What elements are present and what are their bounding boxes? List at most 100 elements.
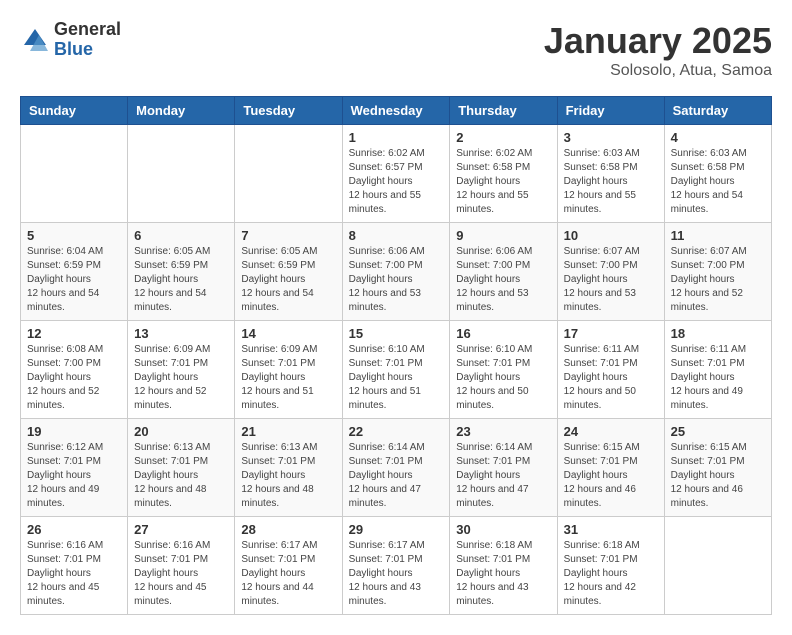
day-number: 18: [671, 326, 765, 341]
day-cell: 7Sunrise: 6:05 AMSunset: 6:59 PMDaylight…: [235, 223, 342, 321]
day-cell: 9Sunrise: 6:06 AMSunset: 7:00 PMDaylight…: [450, 223, 557, 321]
day-info: Sunrise: 6:13 AMSunset: 7:01 PMDaylight …: [241, 441, 335, 511]
day-info: Sunrise: 6:10 AMSunset: 7:01 PMDaylight …: [456, 343, 550, 413]
day-info: Sunrise: 6:11 AMSunset: 7:01 PMDaylight …: [564, 343, 658, 413]
day-number: 30: [456, 522, 550, 537]
day-cell: 31 Sunrise: 6:18 AMSunset: 7:01 PMDayligh…: [557, 517, 664, 615]
day-cell: 6 Sunrise: 6:05 AMSunset: 6:59 PMDaylight…: [128, 223, 235, 321]
day-cell: 4Sunrise: 6:03 AMSunset: 6:58 PMDaylight…: [664, 125, 771, 223]
day-info: Sunrise: 6:07 AMSunset: 7:00 PMDaylight …: [564, 245, 658, 315]
day-number: 23: [456, 424, 550, 439]
day-number: 26: [27, 522, 121, 537]
day-number: 28: [241, 522, 335, 537]
day-info: Sunrise: 6:10 AMSunset: 7:01 PMDaylight …: [349, 343, 444, 413]
weekday-header-wednesday: Wednesday: [342, 97, 450, 125]
logo-text: General Blue: [54, 20, 121, 60]
day-info: Sunrise: 6:05 AMSunset: 6:59 PMDaylight …: [134, 245, 228, 315]
day-info: Sunrise: 6:17 AMSunset: 7:01 PMDaylight …: [349, 539, 444, 609]
day-cell: 12 Sunrise: 6:08 AMSunset: 7:00 PMDayligh…: [21, 321, 128, 419]
week-row-1: 1 Sunrise: 6:02 AMSunset: 6:57 PMDaylight…: [21, 125, 772, 223]
day-info: Sunrise: 6:02 AMSunset: 6:57 PMDaylight …: [349, 147, 444, 217]
day-cell: 3 Sunrise: 6:03 AMSunset: 6:58 PMDaylight…: [557, 125, 664, 223]
day-number: 14: [241, 326, 335, 341]
day-info: Sunrise: 6:03 AMSunset: 6:58 PMDaylight …: [564, 147, 658, 217]
day-cell: 10 Sunrise: 6:07 AMSunset: 7:00 PMDayligh…: [557, 223, 664, 321]
day-cell: [21, 125, 128, 223]
day-number: 7: [241, 228, 335, 243]
day-cell: 13 Sunrise: 6:09 AMSunset: 7:01 PMDayligh…: [128, 321, 235, 419]
day-number: 8: [349, 228, 444, 243]
day-number: 13: [134, 326, 228, 341]
day-cell: [235, 125, 342, 223]
day-number: 15: [349, 326, 444, 341]
day-number: 17: [564, 326, 658, 341]
day-number: 11: [671, 228, 765, 243]
day-number: 6: [134, 228, 228, 243]
week-row-4: 19 Sunrise: 6:12 AMSunset: 7:01 PMDayligh…: [21, 419, 772, 517]
day-cell: 15 Sunrise: 6:10 AMSunset: 7:01 PMDayligh…: [342, 321, 450, 419]
day-cell: 21 Sunrise: 6:13 AMSunset: 7:01 PMDayligh…: [235, 419, 342, 517]
day-cell: 19 Sunrise: 6:12 AMSunset: 7:01 PMDayligh…: [21, 419, 128, 517]
day-number: 31: [564, 522, 658, 537]
week-row-5: 26 Sunrise: 6:16 AMSunset: 7:01 PMDayligh…: [21, 517, 772, 615]
calendar-table: SundayMondayTuesdayWednesdayThursdayFrid…: [20, 96, 772, 615]
day-info: Sunrise: 6:17 AMSunset: 7:01 PMDaylight …: [241, 539, 335, 609]
weekday-header-friday: Friday: [557, 97, 664, 125]
day-number: 27: [134, 522, 228, 537]
day-number: 22: [349, 424, 444, 439]
day-cell: 30 Sunrise: 6:18 AMSunset: 7:01 PMDayligh…: [450, 517, 557, 615]
logo-blue: Blue: [54, 40, 121, 60]
day-cell: [664, 517, 771, 615]
day-cell: 14Sunrise: 6:09 AMSunset: 7:01 PMDayligh…: [235, 321, 342, 419]
day-cell: 20 Sunrise: 6:13 AMSunset: 7:01 PMDayligh…: [128, 419, 235, 517]
day-info: Sunrise: 6:07 AMSunset: 7:00 PMDaylight …: [671, 245, 765, 315]
day-cell: 29Sunrise: 6:17 AMSunset: 7:01 PMDayligh…: [342, 517, 450, 615]
day-info: Sunrise: 6:06 AMSunset: 7:00 PMDaylight …: [349, 245, 444, 315]
weekday-header-row: SundayMondayTuesdayWednesdayThursdayFrid…: [21, 97, 772, 125]
day-info: Sunrise: 6:08 AMSunset: 7:00 PMDaylight …: [27, 343, 121, 413]
page-header: General Blue January 2025 Solosolo, Atua…: [20, 20, 772, 80]
day-number: 24: [564, 424, 658, 439]
day-number: 20: [134, 424, 228, 439]
day-cell: 11 Sunrise: 6:07 AMSunset: 7:00 PMDayligh…: [664, 223, 771, 321]
day-number: 3: [564, 130, 658, 145]
day-number: 25: [671, 424, 765, 439]
day-cell: 27 Sunrise: 6:16 AMSunset: 7:01 PMDayligh…: [128, 517, 235, 615]
day-info: Sunrise: 6:04 AMSunset: 6:59 PMDaylight …: [27, 245, 121, 315]
day-cell: 25Sunrise: 6:15 AMSunset: 7:01 PMDayligh…: [664, 419, 771, 517]
day-info: Sunrise: 6:16 AMSunset: 7:01 PMDaylight …: [134, 539, 228, 609]
logo-general: General: [54, 20, 121, 40]
day-cell: 28 Sunrise: 6:17 AMSunset: 7:01 PMDayligh…: [235, 517, 342, 615]
week-row-3: 12 Sunrise: 6:08 AMSunset: 7:00 PMDayligh…: [21, 321, 772, 419]
day-cell: 23 Sunrise: 6:14 AMSunset: 7:01 PMDayligh…: [450, 419, 557, 517]
day-number: 19: [27, 424, 121, 439]
day-cell: 17 Sunrise: 6:11 AMSunset: 7:01 PMDayligh…: [557, 321, 664, 419]
day-number: 10: [564, 228, 658, 243]
day-cell: [128, 125, 235, 223]
calendar-location: Solosolo, Atua, Samoa: [544, 62, 772, 80]
day-info: Sunrise: 6:18 AMSunset: 7:01 PMDaylight …: [456, 539, 550, 609]
day-info: Sunrise: 6:13 AMSunset: 7:01 PMDaylight …: [134, 441, 228, 511]
weekday-header-tuesday: Tuesday: [235, 97, 342, 125]
day-info: Sunrise: 6:18 AMSunset: 7:01 PMDaylight …: [564, 539, 658, 609]
day-info: Sunrise: 6:09 AMSunset: 7:01 PMDaylight …: [134, 343, 228, 413]
day-number: 1: [349, 130, 444, 145]
day-cell: 22Sunrise: 6:14 AMSunset: 7:01 PMDayligh…: [342, 419, 450, 517]
day-number: 5: [27, 228, 121, 243]
logo-icon: [20, 25, 50, 55]
weekday-header-thursday: Thursday: [450, 97, 557, 125]
day-cell: 26Sunrise: 6:16 AMSunset: 7:01 PMDayligh…: [21, 517, 128, 615]
day-info: Sunrise: 6:12 AMSunset: 7:01 PMDaylight …: [27, 441, 121, 511]
weekday-header-monday: Monday: [128, 97, 235, 125]
day-number: 9: [456, 228, 550, 243]
day-number: 2: [456, 130, 550, 145]
day-cell: 2 Sunrise: 6:02 AMSunset: 6:58 PMDaylight…: [450, 125, 557, 223]
title-block: January 2025 Solosolo, Atua, Samoa: [544, 20, 772, 80]
day-number: 21: [241, 424, 335, 439]
day-info: Sunrise: 6:14 AMSunset: 7:01 PMDaylight …: [456, 441, 550, 511]
day-info: Sunrise: 6:02 AMSunset: 6:58 PMDaylight …: [456, 147, 550, 217]
day-cell: 1 Sunrise: 6:02 AMSunset: 6:57 PMDaylight…: [342, 125, 450, 223]
day-number: 12: [27, 326, 121, 341]
day-cell: 18Sunrise: 6:11 AMSunset: 7:01 PMDayligh…: [664, 321, 771, 419]
weekday-header-saturday: Saturday: [664, 97, 771, 125]
